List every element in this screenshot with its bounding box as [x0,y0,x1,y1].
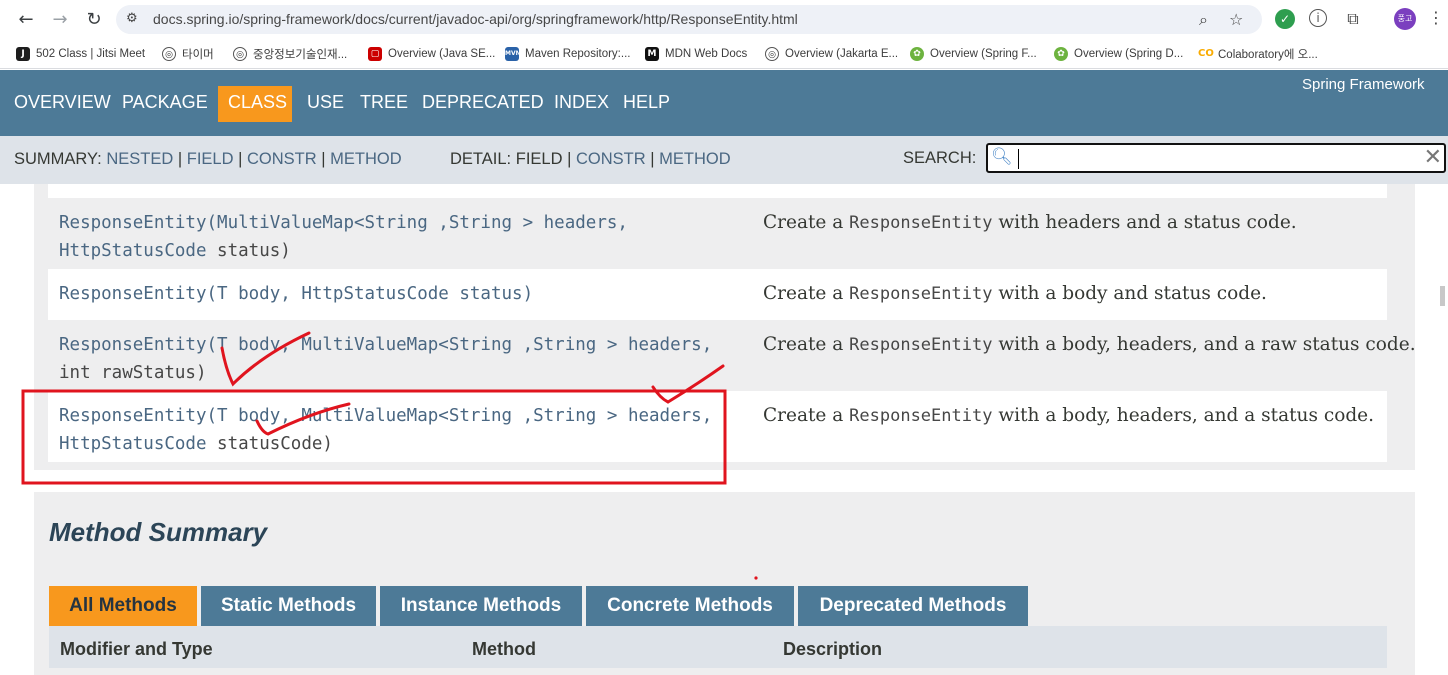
browser-toolbar: ← → ↻ ⚙ docs.spring.io/spring-framework/… [0,0,1448,39]
column-header-method: Method [472,639,536,659]
constructor-signature: ResponseEntity(T body, MultiValueMap<Str… [59,406,713,454]
constructor-description: Create a ResponseEntity with a body and … [763,283,1267,304]
nav-overview[interactable]: OVERVIEW [14,92,111,113]
table-row [48,184,1387,198]
bookmark-item[interactable]: ◎ Overview (Jakarta E... [765,46,898,62]
bookmark-item[interactable]: CO Colaboratory에 오... [1198,46,1318,62]
detail-method-link[interactable]: METHOD [659,150,731,168]
detail-field-text: FIELD [515,150,563,168]
back-arrow-icon[interactable]: ← [14,8,38,32]
tab-instance-methods[interactable]: Instance Methods [380,586,582,626]
summary-constr-link[interactable]: CONSTR [247,150,317,168]
nav-use[interactable]: USE [307,92,344,113]
table-row: ResponseEntity(T body, MultiValueMap<Str… [48,391,1387,462]
search-input[interactable]: 🔍︎ ✕ [986,143,1446,173]
forward-arrow-icon[interactable]: → [48,8,72,32]
constructor-signature: ResponseEntity(T body, HttpStatusCode st… [59,280,533,308]
constructor-link[interactable]: ResponseEntity(T body, MultiValueMap<Str… [59,406,712,426]
constructor-description: Create a ResponseEntity with a body, hea… [763,334,1416,355]
nav-package[interactable]: PACKAGE [122,92,208,113]
detail-constr-link[interactable]: CONSTR [576,150,646,168]
mdn-icon: M [645,47,659,61]
profile-avatar[interactable]: 풍고 [1394,8,1416,30]
constructor-link[interactable]: ResponseEntity(T body, MultiValueMap<Str… [59,335,712,355]
tab-static-methods[interactable]: Static Methods [201,586,376,626]
maven-icon: MVN [505,47,521,61]
constructor-signature: ResponseEntity(T body, MultiValueMap<Str… [59,335,713,383]
reload-icon[interactable]: ↻ [82,8,106,32]
brand-title: Spring Framework [1302,76,1425,93]
type-link[interactable]: HttpStatusCode [59,434,207,454]
tab-all-methods[interactable]: All Methods [49,586,197,626]
javadoc-top-nav: OVERVIEW PACKAGE CLASS USE TREE DEPRECAT… [0,70,1448,136]
summary-nested-link[interactable]: NESTED [106,150,173,168]
search-label: SEARCH: [903,149,977,167]
globe-icon: ◎ [162,47,176,61]
type-link[interactable]: HttpStatusCode [59,241,207,261]
site-settings-icon[interactable]: ⚙ [126,11,142,27]
bookmark-item[interactable]: ◎ 중앙정보기술인재... [233,46,347,62]
method-summary-title: Method Summary [49,517,268,547]
java-icon: ▢ [368,47,382,61]
nav-help[interactable]: HELP [623,92,670,113]
url-text[interactable]: docs.spring.io/spring-framework/docs/cur… [153,11,798,27]
nav-index[interactable]: INDEX [554,92,609,113]
nav-class-active[interactable]: CLASS [218,86,292,122]
table-row: ResponseEntity(MultiValueMap<String ,Str… [48,198,1387,269]
summary-links: SUMMARY: NESTED | FIELD | CONSTR | METHO… [14,150,402,168]
column-header-description: Description [783,639,883,659]
globe-icon: ◎ [233,47,247,61]
constructor-description: Create a ResponseEntity with a body, hea… [763,405,1375,426]
tab-deprecated-methods[interactable]: Deprecated Methods [798,586,1028,626]
jitsi-icon: J [16,47,30,61]
constructor-description: Create a ResponseEntity with headers and… [763,212,1297,233]
nav-tree[interactable]: TREE [360,92,408,113]
spring-icon: ✿ [910,47,924,61]
shield-extension-icon[interactable]: ✓ [1275,9,1295,29]
text-caret [1018,149,1019,169]
constructor-signature: ResponseEntity(MultiValueMap<String ,Str… [59,213,628,261]
method-table-header: Modifier and Type Method Description [49,626,1387,668]
constructor-link[interactable]: ResponseEntity(MultiValueMap<String ,Str… [59,213,628,233]
bookmark-item[interactable]: MVN Maven Repository:... [505,46,630,62]
bookmark-item[interactable]: J 502 Class | Jitsi Meet [16,46,145,62]
bookmark-item[interactable]: ▢ Overview (Java SE... [368,46,495,62]
menu-kebab-icon[interactable]: ⋮ [1428,8,1444,27]
summary-method-link[interactable]: METHOD [330,150,402,168]
bookmarks-bar: J 502 Class | Jitsi Meet ◎ 타이머 ◎ 중앙정보기술인재..… [0,39,1448,69]
search-icon: 🔍︎ [991,147,1013,167]
extension-icon[interactable]: i [1309,9,1327,27]
constructor-link[interactable]: ResponseEntity(T body, HttpStatusCode st… [59,284,533,304]
zoom-icon[interactable]: ⌕ [1199,10,1208,30]
spring-icon: ✿ [1054,47,1068,61]
table-row: ResponseEntity(T body, HttpStatusCode st… [48,269,1387,320]
scrollbar-thumb[interactable] [1440,286,1445,306]
clear-search-icon[interactable]: ✕ [1424,145,1442,170]
bookmark-item[interactable]: M MDN Web Docs [645,46,747,62]
javadoc-sub-nav: SUMMARY: NESTED | FIELD | CONSTR | METHO… [0,136,1448,184]
summary-field-link[interactable]: FIELD [187,150,234,168]
bookmark-item[interactable]: ◎ 타이머 [162,46,214,62]
column-header-modifier: Modifier and Type [60,639,213,659]
bookmark-item[interactable]: ✿ Overview (Spring F... [910,46,1037,62]
detail-links: DETAIL: FIELD | CONSTR | METHOD [450,150,731,168]
nav-deprecated[interactable]: DEPRECATED [422,92,544,113]
address-bar[interactable]: ⚙ docs.spring.io/spring-framework/docs/c… [116,5,1262,34]
bookmark-item[interactable]: ✿ Overview (Spring D... [1054,46,1183,62]
tab-concrete-methods[interactable]: Concrete Methods [586,586,794,626]
bookmark-star-icon[interactable]: ☆ [1229,10,1243,29]
colab-icon: CO [1198,47,1214,61]
table-row: ResponseEntity(T body, MultiValueMap<Str… [48,320,1416,391]
globe-icon: ◎ [765,47,779,61]
puzzle-extensions-icon[interactable]: ⧉ [1343,9,1363,29]
